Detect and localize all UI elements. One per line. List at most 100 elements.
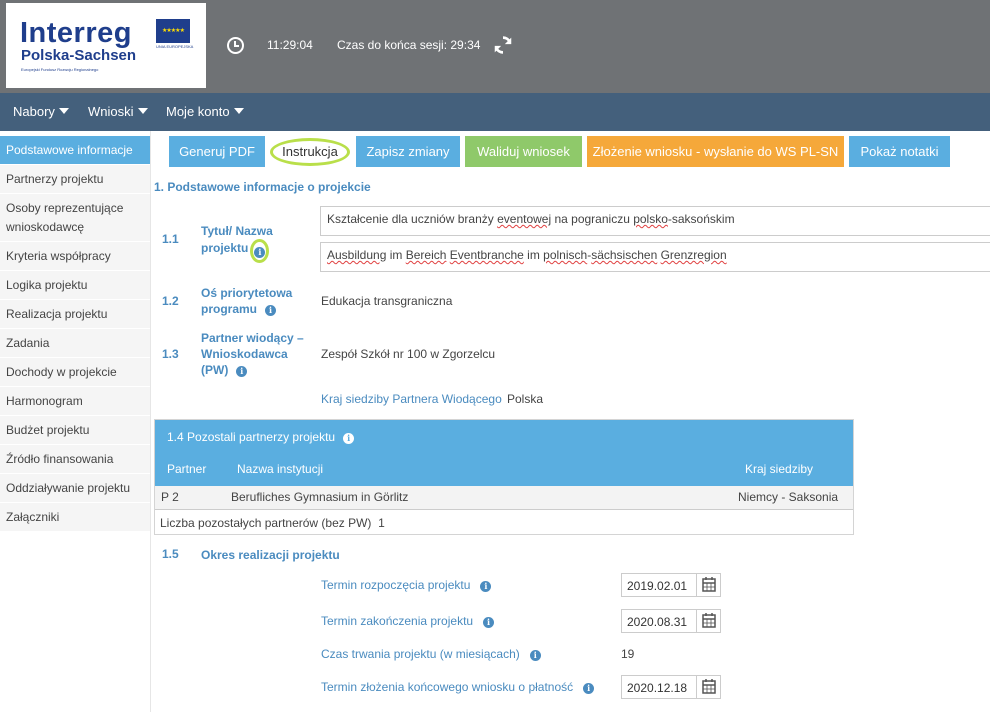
field-label-title-line1: Tytuł/ Nazwa [201,224,273,238]
field-number-1-5: 1.5 [162,547,179,561]
save-button[interactable]: Zapisz zmiany [356,136,460,167]
sidebar-item-zrodlo[interactable]: Źródło finansowania [0,445,150,474]
lead-partner-value: Zespół Szkół nr 100 w Zgorzelcu [321,347,496,361]
header-bar: Interreg Polska-Sachsen Europejski Fundu… [0,0,990,93]
partners-count: Liczba pozostałych partnerów (bez PW) 1 [160,516,385,530]
sidebar-item-podstawowe[interactable]: Podstawowe informacje [0,136,150,165]
sidebar-item-harmonogram[interactable]: Harmonogram [0,387,150,416]
field-label-lead-partner: Partner wiodący – Wnioskodawca (PW) i [201,330,304,378]
end-date-label: Termin zakończenia projektu i [321,614,495,628]
title-pl-input[interactable]: Kształcenie dla uczniów branży eventowej… [320,206,990,236]
title-de-input[interactable]: Ausbildung im Bereich Eventbranche im po… [320,242,990,272]
partners-panel: 1.4 Pozostali partnerzy projektu i Partne… [154,419,854,535]
show-notes-button[interactable]: Pokaż notatki [849,136,950,167]
info-icon[interactable]: i [265,305,277,316]
col-header-name: Nazwa instytucji [237,462,324,476]
sidebar-item-dochody[interactable]: Dochody w projekcie [0,358,150,387]
main-nav: Nabory Wnioski Moje konto [0,93,990,131]
cell-country: Niemcy - Saksonia [738,490,839,504]
nav-nabory-label: Nabory [13,104,55,119]
partners-panel-header: 1.4 Pozostali partnerzy projektu i Partne… [155,420,853,486]
field-label-priority-line1: Oś priorytetowa [201,286,293,300]
nav-moje-konto-label: Moje konto [166,104,230,119]
end-date-input[interactable]: 2020.08.31 [621,609,721,633]
sidebar-item-kryteria[interactable]: Kryteria współpracy [0,242,150,271]
partners-count-value: 1 [378,516,385,530]
field-label-title-text: projektu [201,241,249,255]
sidebar-item-logika[interactable]: Logika projektu [0,271,150,300]
start-date-value: 2019.02.01 [627,579,688,593]
start-date-label-text: Termin rozpoczęcia projektu [321,578,471,592]
field-label-title-line2: projektu i [201,239,273,263]
col-header-country: Kraj siedziby [745,462,814,476]
sidebar-divider [150,131,151,712]
calendar-icon[interactable] [696,610,720,632]
chevron-down-icon [233,108,244,114]
chevron-down-icon [137,108,148,114]
info-icon: i [254,247,266,258]
info-icon[interactable]: i [343,433,355,444]
field-label-lead-line3: (PW) i [201,362,304,378]
field-label-priority-line2: programu i [201,301,292,317]
section-title: 1. Podstawowe informacje o projekcie [154,180,371,194]
start-date-input[interactable]: 2019.02.01 [621,573,721,597]
field-label-lead-line2: Wnioskodawca [201,347,288,361]
calendar-icon[interactable] [696,574,720,596]
info-icon[interactable]: i [236,366,248,377]
instructions-button[interactable]: Instrukcja [270,138,350,166]
field-number-1-1: 1.1 [162,232,179,246]
field-number-1-2: 1.2 [162,294,179,308]
col-header-partner: Partner [167,462,207,476]
sidebar-item-zalaczniki[interactable]: Załączniki [0,503,150,532]
sidebar-item-zadania[interactable]: Zadania [0,329,150,358]
sidebar-item-realizacja[interactable]: Realizacja projektu [0,300,150,329]
sidebar-item-partnerzy[interactable]: Partnerzy projektu [0,165,150,194]
nav-nabory[interactable]: Nabory [13,104,69,119]
final-payment-date-input[interactable]: 2020.12.18 [621,675,721,699]
logo-title: Interreg [20,17,132,49]
partners-panel-title: 1.4 Pozostali partnerzy projektu i [167,430,355,444]
validate-button[interactable]: Waliduj wniosek [465,136,582,167]
sidebar-item-oddzialywanie[interactable]: Oddziaływanie projektu [0,474,150,503]
chevron-down-icon [58,108,69,114]
final-payment-label-text: Termin złożenia końcowego wniosku o płat… [321,680,574,694]
sidebar-item-budzet[interactable]: Budżet projektu [0,416,150,445]
nav-moje-konto[interactable]: Moje konto [166,104,244,119]
interreg-logo[interactable]: Interreg Polska-Sachsen Europejski Fundu… [6,3,206,88]
partners-count-label: Liczba pozostałych partnerów (bez PW) [160,516,372,530]
info-icon[interactable]: i [529,650,541,661]
logo-eu: UNIA EUROPEJSKA [156,44,194,49]
period-title: Okres realizacji projektu [201,548,340,562]
current-time: 11:29:04 [267,38,313,52]
lead-country-label: Kraj siedziby Partnera Wiodącego [321,392,502,406]
eu-flag-icon: ★★★★★ [156,19,190,43]
field-number-1-3: 1.3 [162,347,179,361]
start-date-label: Termin rozpoczęcia projektu i [321,578,492,592]
generate-pdf-button[interactable]: Generuj PDF [169,136,265,167]
refresh-icon[interactable] [492,34,514,56]
field-label-title: Tytuł/ Nazwa projektu i [201,223,273,263]
duration-value: 19 [621,647,635,661]
priority-axis-value: Edukacja transgraniczna [321,294,453,308]
sidebar-item-osoby[interactable]: Osoby reprezentujące wnioskodawcę [0,194,150,242]
session-timer: Czas do końca sesji: 29:34 [337,38,481,52]
final-payment-label: Termin złożenia końcowego wniosku o płat… [321,680,595,694]
table-row[interactable]: P 2 Berufliches Gymnasium in Görlitz Nie… [155,486,853,510]
field-label-lead-line1: Partner wiodący – [201,331,304,345]
calendar-icon[interactable] [696,676,720,698]
field-label-lead-text: (PW) [201,363,229,377]
duration-label: Czas trwania projektu (w miesiącach) i [321,647,541,661]
duration-label-text: Czas trwania projektu (w miesiącach) [321,647,520,661]
end-date-label-text: Termin zakończenia projektu [321,614,474,628]
sidebar: Podstawowe informacje Partnerzy projektu… [0,136,150,532]
nav-wnioski[interactable]: Wnioski [88,104,148,119]
cell-name: Berufliches Gymnasium in Görlitz [231,490,409,504]
info-icon[interactable]: i [583,683,595,694]
logo-subtitle: Polska-Sachsen [21,47,137,64]
submit-application-button[interactable]: Złożenie wniosku - wysłanie do WS PL-SN [587,136,844,167]
info-icon[interactable]: i [483,617,495,628]
info-icon[interactable]: i [480,581,492,592]
lead-country-value: Polska [507,392,544,406]
info-icon-highlight[interactable]: i [250,239,270,263]
field-label-priority: Oś priorytetowa programu i [201,285,292,317]
